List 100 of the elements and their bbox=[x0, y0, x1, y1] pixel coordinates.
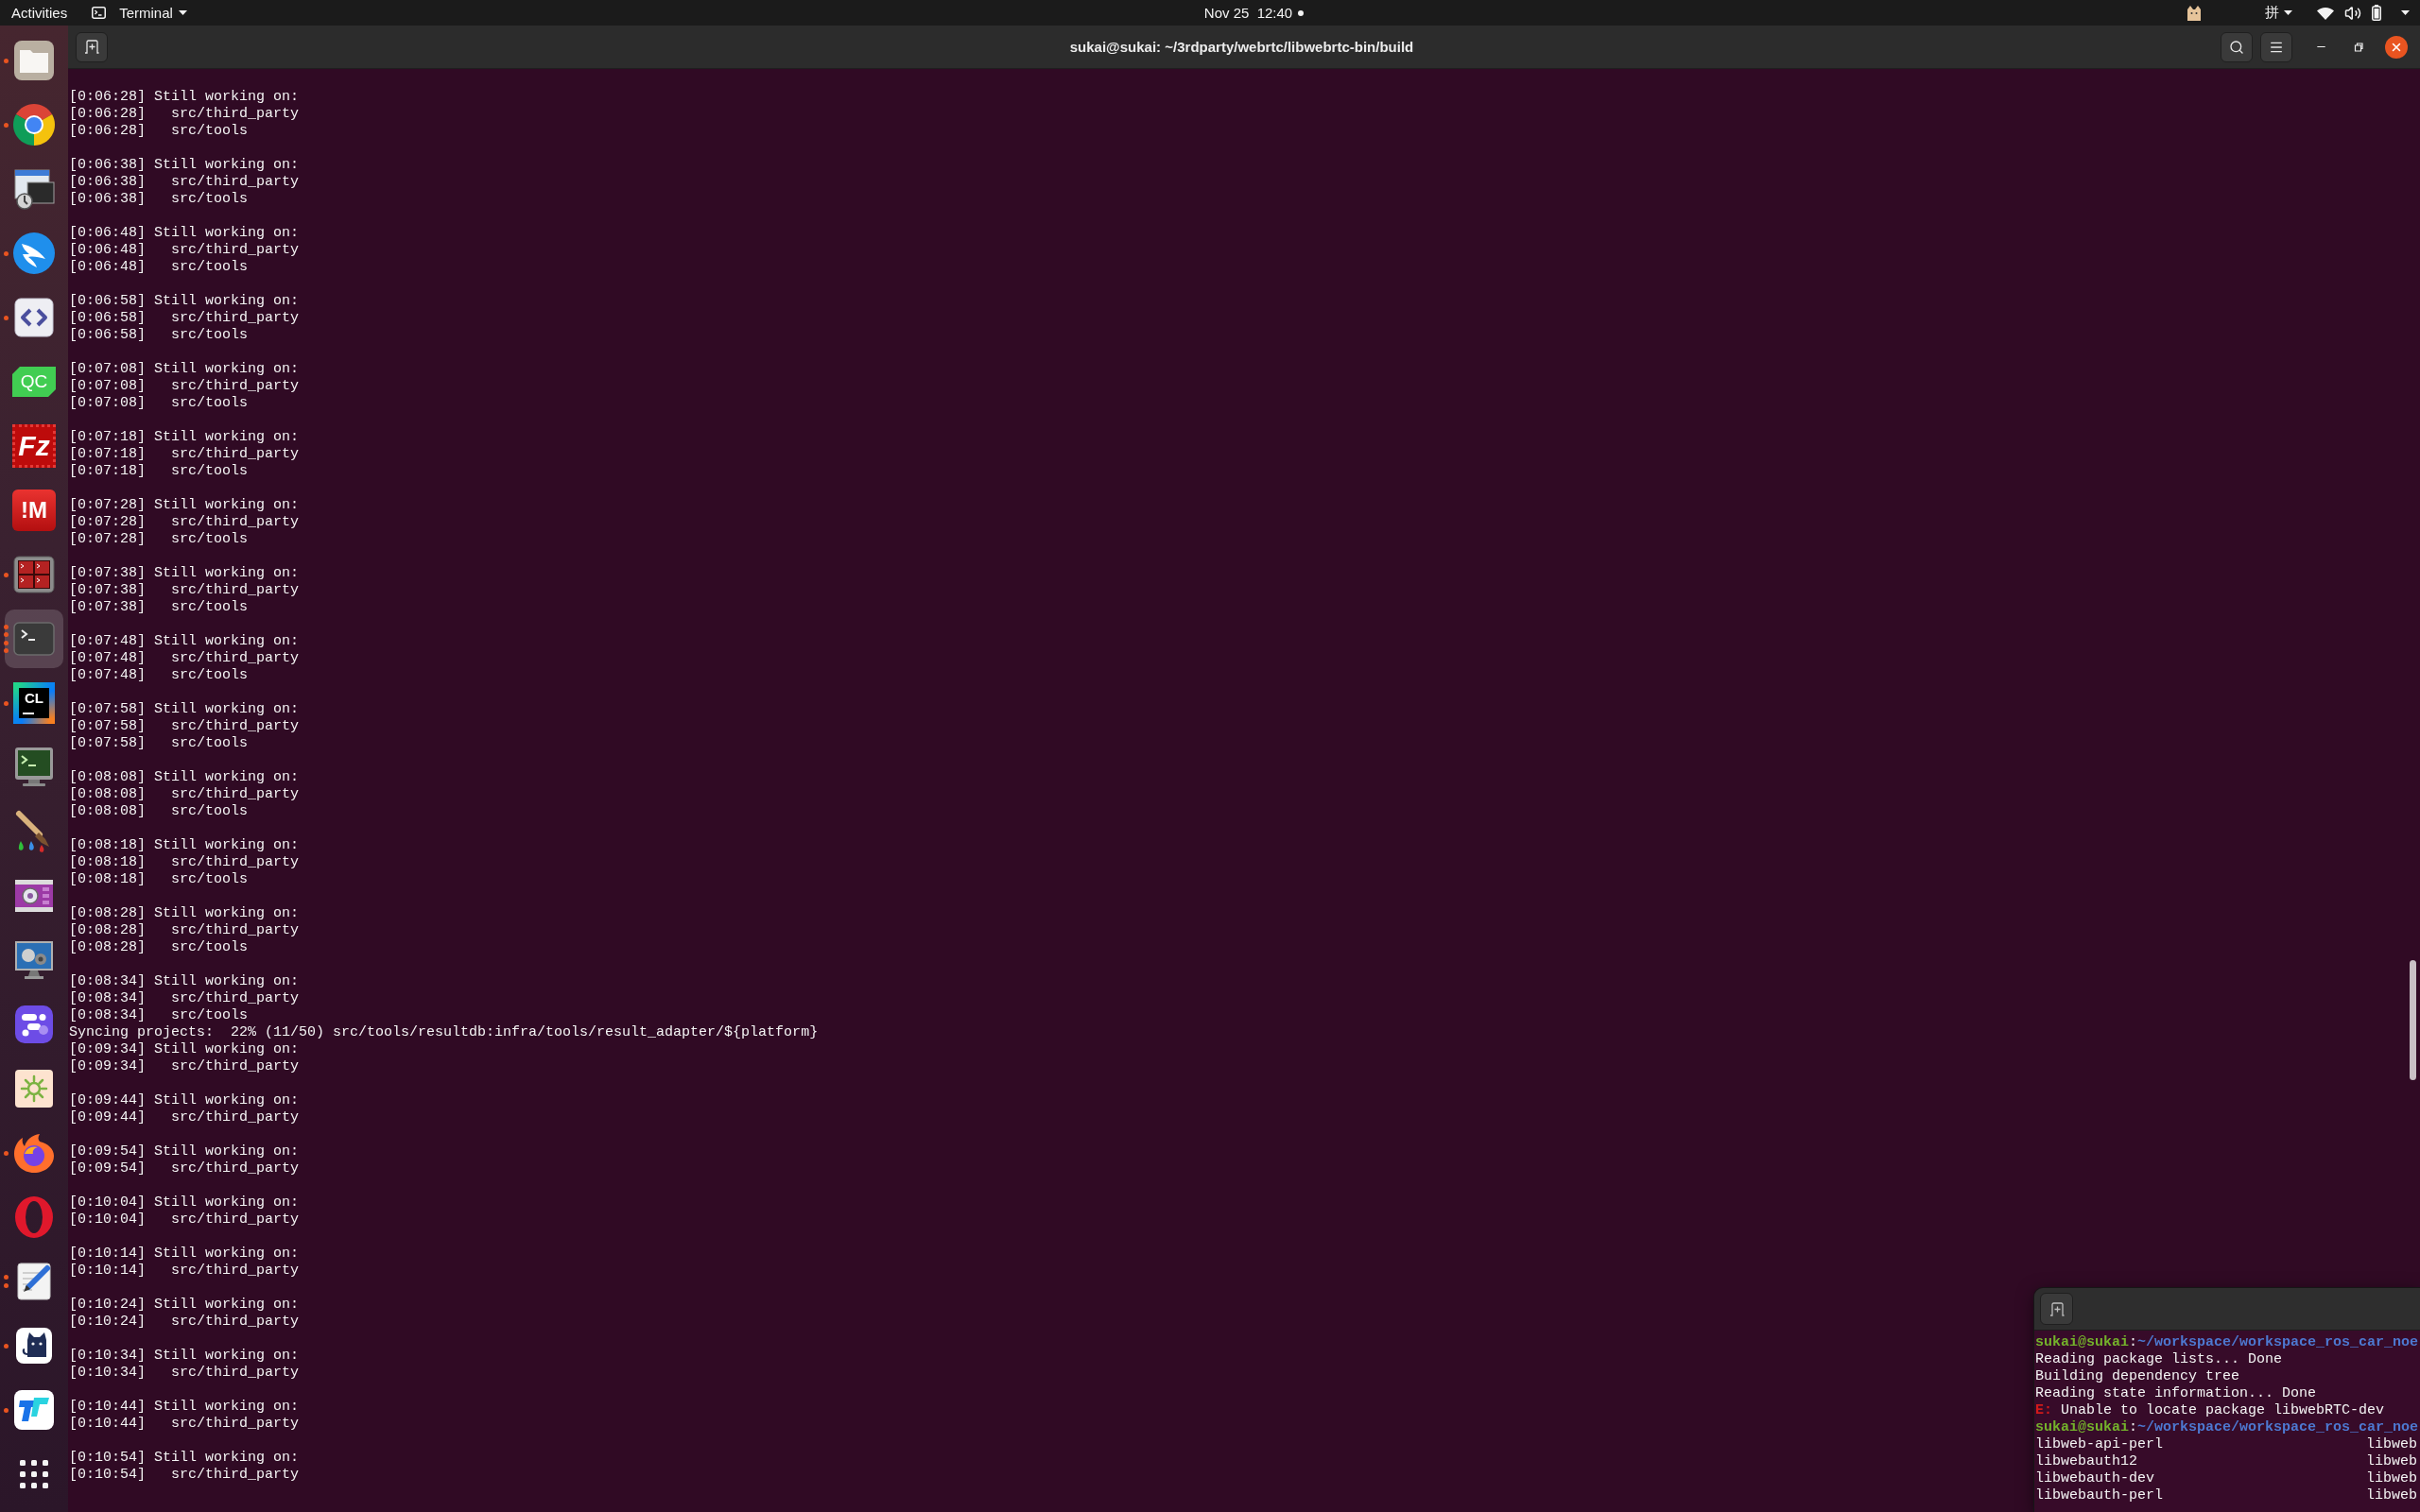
package-name: libweb-api-perl bbox=[2035, 1436, 2164, 1452]
terminal-line: [0:09:34] src/third_party bbox=[69, 1058, 300, 1075]
terminal-line: [0:07:58] src/third_party bbox=[69, 718, 300, 735]
input-method-button[interactable]: 拼 bbox=[2259, 0, 2298, 26]
terminal-line: [0:08:34] src/tools bbox=[69, 1007, 249, 1024]
terminal-line: [0:06:28] src/tools bbox=[69, 123, 249, 140]
terminal-line: [0:09:44] src/third_party bbox=[69, 1109, 300, 1126]
terminal-line: [0:06:38] Still working on: bbox=[69, 157, 300, 174]
terminal-line: [0:07:48] Still working on: bbox=[69, 633, 300, 650]
tab-plus-icon bbox=[2048, 1301, 2065, 1316]
battery-icon bbox=[2372, 5, 2381, 21]
terminal-line: [0:07:58] Still working on: bbox=[69, 701, 300, 718]
package-name: libwebauth12 bbox=[2035, 1453, 2138, 1469]
clock-button[interactable]: Nov 25 12:40 bbox=[1198, 0, 1310, 26]
terminal-line: [0:06:58] src/third_party bbox=[69, 310, 300, 327]
terminal-line: [0:08:08] src/tools bbox=[69, 803, 249, 820]
dock-item[interactable]: !M bbox=[5, 481, 63, 540]
caret-icon bbox=[2401, 10, 2410, 15]
terminal-line: [0:07:08] src/third_party bbox=[69, 378, 300, 395]
terminal-line: [0:08:34] Still working on: bbox=[69, 973, 300, 990]
volume-icon bbox=[2344, 4, 2361, 22]
close-button[interactable] bbox=[2385, 35, 2408, 59]
terminal-line: [0:09:54] Still working on: bbox=[69, 1143, 300, 1160]
terminal-line: [0:08:34] src/third_party bbox=[69, 990, 300, 1007]
app-menu-button[interactable]: Terminal bbox=[86, 0, 193, 26]
dock-item[interactable]: CL bbox=[5, 674, 63, 732]
terminal-line: Reading package lists... Done bbox=[2035, 1351, 2283, 1368]
tab-plus-icon bbox=[84, 40, 99, 54]
terminal-line: [0:07:18] src/third_party bbox=[69, 446, 300, 463]
package-name: libweb bbox=[2366, 1436, 2417, 1453]
terminal-line: [0:08:28] Still working on: bbox=[69, 905, 300, 922]
terminal-line: [0:06:58] Still working on: bbox=[69, 293, 300, 310]
folder-icon bbox=[11, 38, 57, 83]
terminal-line: [0:10:04] src/third_party bbox=[69, 1211, 300, 1228]
activities-button[interactable]: Activities bbox=[6, 0, 74, 26]
window-title: sukai@sukai: ~/3rdparty/webrtc/libwebrtc-bin/build bbox=[1069, 39, 1414, 55]
package-name: libwebauth-dev bbox=[2035, 1470, 2155, 1486]
browser-icon bbox=[11, 102, 57, 147]
terminal-line: [0:08:18] Still working on: bbox=[69, 837, 300, 854]
new-tab-button[interactable] bbox=[76, 31, 108, 62]
terminal-line: [0:08:28] src/third_party bbox=[69, 922, 300, 939]
scrollbar-thumb[interactable] bbox=[2410, 960, 2416, 1080]
terminal-line: [0:06:28] src/third_party bbox=[69, 106, 300, 123]
wifi-icon bbox=[2317, 6, 2334, 20]
terminal-line: [0:09:44] Still working on: bbox=[69, 1092, 300, 1109]
terminal-line: Syncing projects: 22% (11/50) src/tools/resultdb:infra/tools/result_adapter/${platform} bbox=[69, 1024, 819, 1041]
terminal-line: [0:07:38] Still working on: bbox=[69, 565, 300, 582]
app-logo: Fz bbox=[12, 424, 56, 468]
overlap-tiles-icon bbox=[11, 1387, 57, 1433]
restore-icon bbox=[2353, 41, 2364, 53]
terminal-line: [0:10:24] Still working on: bbox=[69, 1297, 300, 1314]
package-name: libwebauth-perl bbox=[2035, 1487, 2164, 1503]
menu-button[interactable] bbox=[2260, 31, 2292, 62]
terminal-line: [0:06:48] Still working on: bbox=[69, 225, 300, 242]
terminal-line: [0:09:54] src/third_party bbox=[69, 1160, 300, 1177]
terminal-line: [0:06:58] src/tools bbox=[69, 327, 249, 344]
package-name: libweb bbox=[2366, 1453, 2417, 1470]
terminal-line: [0:08:28] src/tools bbox=[69, 939, 249, 956]
terminal-line: [0:07:28] Still working on: bbox=[69, 497, 300, 514]
package-name: libweb bbox=[2366, 1470, 2417, 1487]
terminal-line: [0:07:58] src/tools bbox=[69, 735, 249, 752]
terminal-line: [0:06:38] src/tools bbox=[69, 191, 249, 208]
terminal-line: [0:10:44] Still working on: bbox=[69, 1399, 300, 1416]
new-tab-button[interactable] bbox=[2040, 1293, 2073, 1325]
terminal-line: [0:06:28] Still working on: bbox=[69, 89, 300, 106]
terminal-line: [0:06:48] src/third_party bbox=[69, 242, 300, 259]
terminal-line: [0:10:24] src/third_party bbox=[69, 1314, 300, 1331]
terminal-line: [0:06:48] src/tools bbox=[69, 259, 249, 276]
window-clock-icon bbox=[11, 166, 57, 212]
app-logo: !M bbox=[12, 490, 56, 531]
terminal-line: [0:07:28] src/tools bbox=[69, 531, 249, 548]
package-name: libweb bbox=[2366, 1487, 2417, 1504]
terminal-line: [0:07:48] src/third_party bbox=[69, 650, 300, 667]
terminal-line: [0:08:18] src/third_party bbox=[69, 854, 300, 871]
terminal-line: [0:07:28] src/third_party bbox=[69, 514, 300, 531]
caret-icon bbox=[178, 10, 187, 15]
terminal-line: [0:07:18] src/tools bbox=[69, 463, 249, 480]
caret-icon bbox=[2284, 10, 2292, 15]
terminal-line: [0:10:04] Still working on: bbox=[69, 1194, 300, 1211]
dock-item[interactable]: Fz bbox=[5, 417, 63, 475]
terminal-line: Reading state information... Done bbox=[2035, 1385, 2317, 1402]
terminal-line: [0:10:54] Still working on: bbox=[69, 1450, 300, 1467]
app-logo: QC bbox=[12, 367, 56, 397]
terminal-line: [0:07:18] Still working on: bbox=[69, 429, 300, 446]
terminal-line: [0:06:38] src/third_party bbox=[69, 174, 300, 191]
prompt-line: sukai@sukai:~/workspace/workspace_ros_car_noe bbox=[2035, 1419, 2419, 1436]
terminal-line: Building dependency tree bbox=[2035, 1368, 2240, 1385]
terminal-line: [0:10:14] Still working on: bbox=[69, 1246, 300, 1263]
swoosh-icon bbox=[11, 231, 57, 276]
terminal-line: [0:07:08] src/tools bbox=[69, 395, 249, 412]
app-logo: CL bbox=[13, 682, 55, 724]
error-line: E: Unable to locate package libwebRTC-dev bbox=[2035, 1402, 2385, 1419]
terminal-line: [0:07:08] Still working on: bbox=[69, 361, 300, 378]
terminal-line: [0:10:14] src/third_party bbox=[69, 1263, 300, 1280]
terminal-line: [0:08:18] src/tools bbox=[69, 871, 249, 888]
terminal-icon bbox=[92, 7, 107, 19]
search-button[interactable] bbox=[2221, 31, 2253, 62]
terminal-line: [0:07:38] src/third_party bbox=[69, 582, 300, 599]
terminal-line: [0:10:34] src/third_party bbox=[69, 1365, 300, 1382]
code-icon bbox=[11, 295, 57, 340]
